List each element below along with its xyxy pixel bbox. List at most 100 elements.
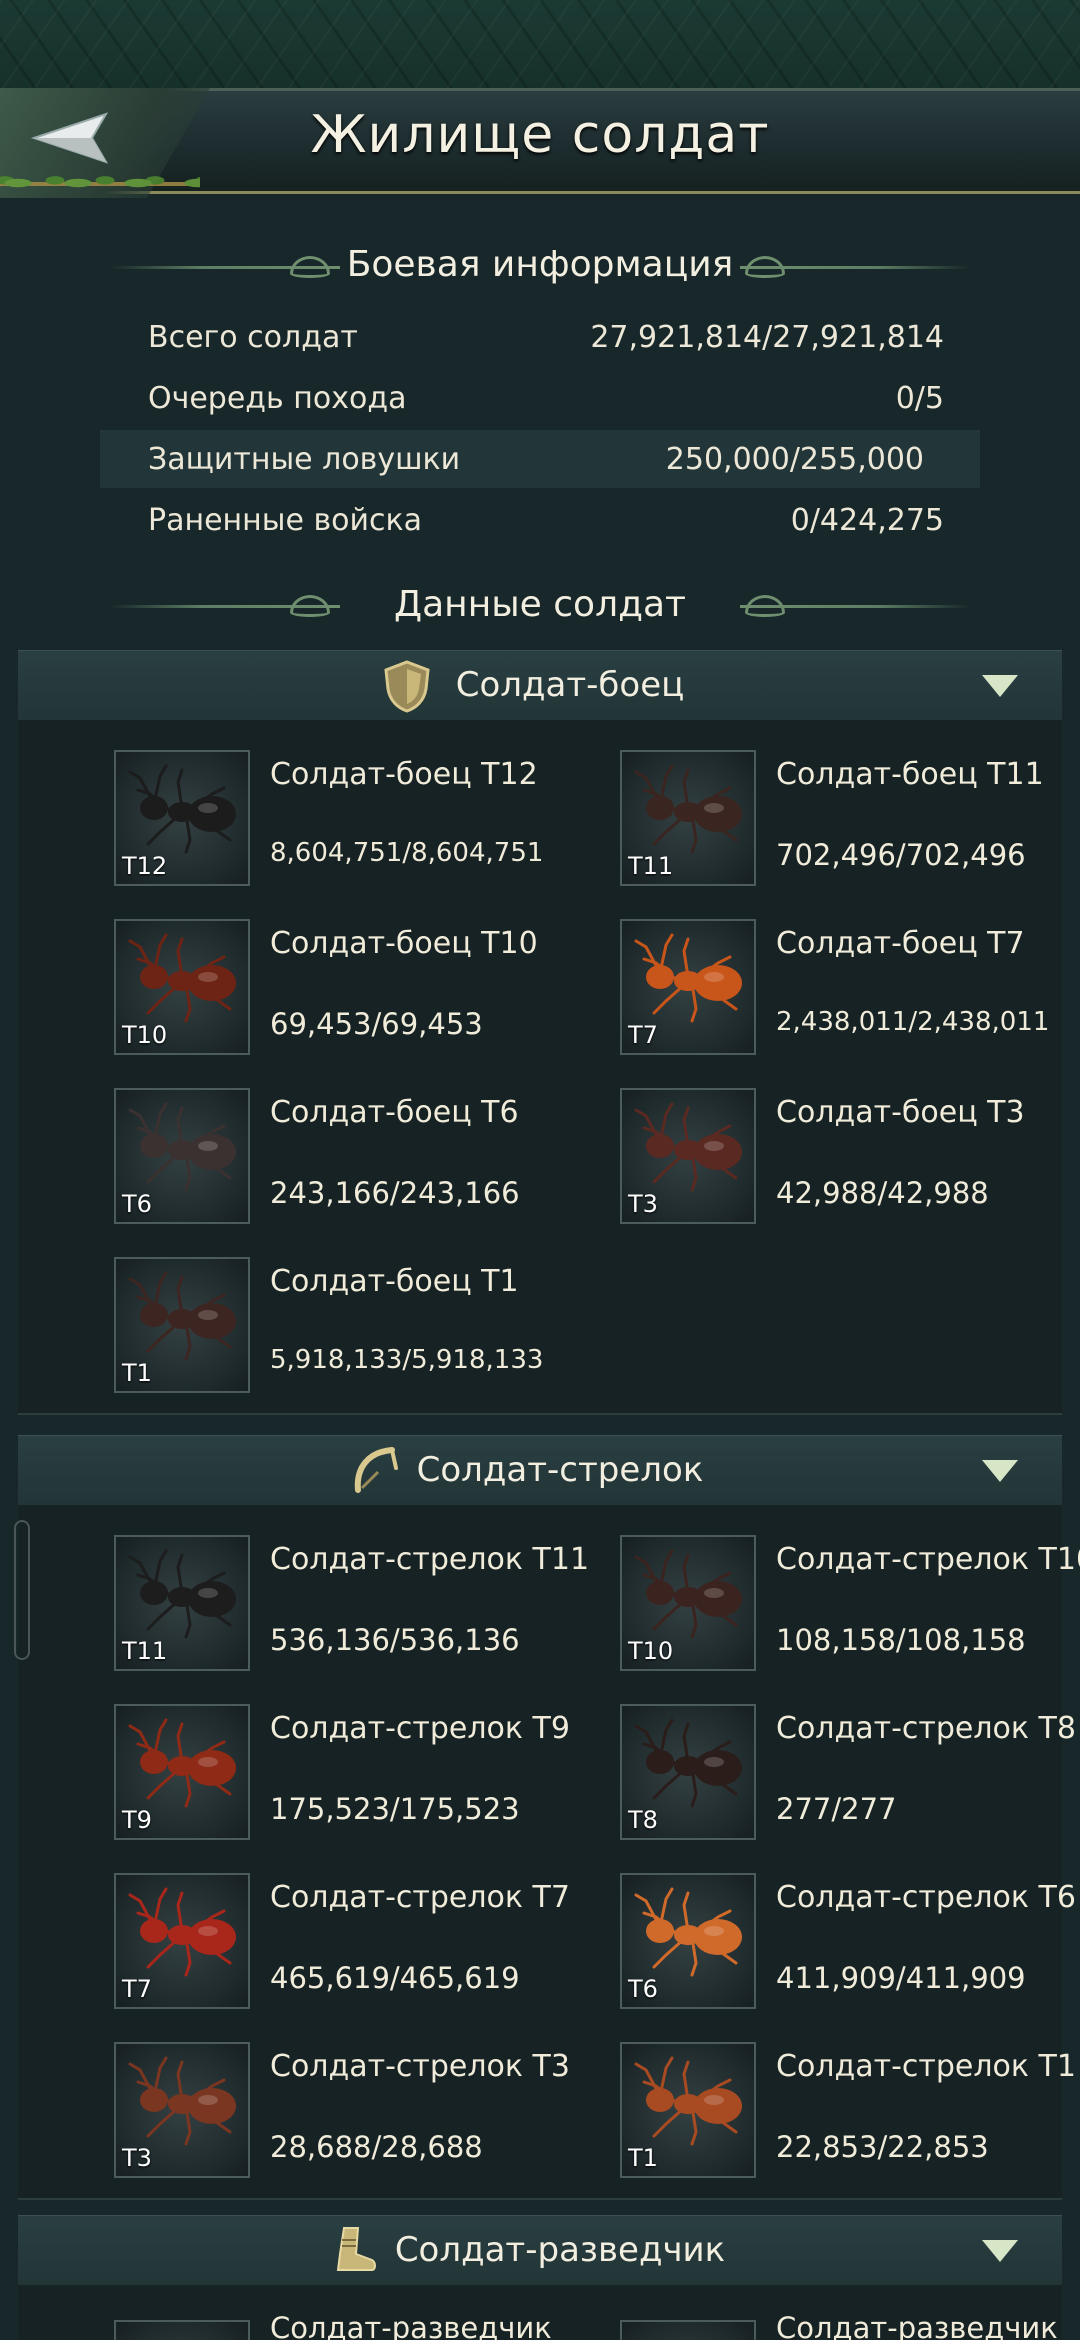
tier-badge: T11: [122, 1637, 168, 1665]
ant-icon: [634, 1102, 742, 1192]
unit-card[interactable]: T7 Солдат-стрелок T7 465,619/465,619: [114, 1873, 594, 2013]
info-label: Очередь похода: [148, 381, 407, 416]
unit-name: Солдат-стрелок T11: [270, 1542, 590, 1577]
unit-count: 5,918,133/5,918,133: [270, 1345, 544, 1375]
chevron-down-icon[interactable]: [982, 1460, 1018, 1482]
ant-icon: [634, 2056, 742, 2146]
unit-thumbnail[interactable]: T8: [620, 1704, 756, 1840]
unit-name: Солдат-боец T7: [776, 926, 1025, 961]
unit-thumbnail[interactable]: T10: [114, 919, 250, 1055]
ant-icon: [634, 1549, 742, 1639]
chevron-down-icon[interactable]: [982, 2240, 1018, 2262]
info-value: 0/5: [895, 381, 944, 416]
category-panel-fighter: T12 Солдат-боец T12 8,604,751/8,604,751 T1…: [18, 720, 1062, 1415]
unit-card[interactable]: T9 Солдат-стрелок T9 175,523/175,523: [114, 1704, 594, 1844]
unit-thumbnail[interactable]: [620, 2320, 756, 2340]
unit-card[interactable]: T1 Солдат-стрелок T1 22,853/22,853: [620, 2042, 1080, 2182]
tier-badge: T11: [628, 852, 674, 880]
ant-icon: [128, 1887, 236, 1977]
unit-thumbnail[interactable]: T6: [114, 1088, 250, 1224]
unit-count: 69,453/69,453: [270, 1007, 483, 1041]
unit-card[interactable]: T3 Солдат-стрелок T3 28,688/28,688: [114, 2042, 594, 2182]
unit-thumbnail[interactable]: T1: [620, 2042, 756, 2178]
info-label: Всего солдат: [148, 320, 358, 355]
unit-card[interactable]: T6 Солдат-боец T6 243,166/243,166: [114, 1088, 594, 1228]
unit-card[interactable]: T10 Солдат-боец T10 69,453/69,453: [114, 919, 594, 1059]
unit-count: 175,523/175,523: [270, 1792, 520, 1826]
chevron-down-icon[interactable]: [982, 675, 1018, 697]
category-header-archer[interactable]: Солдат-стрелок: [18, 1435, 1062, 1505]
info-row-march-queue: Очередь похода 0/5: [130, 369, 950, 427]
unit-count: 277/277: [776, 1792, 897, 1826]
unit-name: Солдат-стрелок T6: [776, 1880, 1076, 1915]
category-header-scout[interactable]: Солдат-разведчик: [18, 2215, 1062, 2285]
unit-thumbnail[interactable]: T6: [620, 1873, 756, 2009]
unit-thumbnail[interactable]: T3: [620, 1088, 756, 1224]
unit-thumbnail[interactable]: T11: [114, 1535, 250, 1671]
category-header-fighter[interactable]: Солдат-боец: [18, 650, 1062, 720]
unit-thumbnail[interactable]: T11: [620, 750, 756, 886]
unit-name: Солдат-боец T3: [776, 1095, 1025, 1130]
unit-thumbnail[interactable]: T3: [114, 2042, 250, 2178]
tier-badge: T10: [628, 1637, 674, 1665]
info-value: 27,921,814/27,921,814: [590, 320, 944, 355]
info-label: Защитные ловушки: [148, 442, 461, 477]
unit-name: Солдат-стрелок T10: [776, 1542, 1080, 1577]
tier-badge: T3: [628, 1190, 658, 1218]
scroll-indicator[interactable]: [14, 1520, 30, 1660]
info-label: Раненные войска: [148, 503, 422, 538]
unit-name: Солдат-стрелок T1: [776, 2049, 1076, 2084]
unit-name: Солдат-боец T12: [270, 757, 538, 792]
tier-badge: T9: [122, 1806, 152, 1834]
unit-name: Солдат-боец T11: [776, 757, 1044, 792]
tier-badge: T7: [122, 1975, 152, 2003]
unit-card[interactable]: T6 Солдат-стрелок T6 411,909/411,909: [620, 1873, 1080, 2013]
tier-badge: T7: [628, 1021, 658, 1049]
unit-name: Солдат-стрелок T7: [270, 1880, 570, 1915]
unit-thumbnail[interactable]: T7: [620, 919, 756, 1055]
category-label: Солдат-стрелок: [416, 1450, 704, 1490]
unit-name: Солдат-стрелок T9: [270, 1711, 570, 1746]
tier-badge: T8: [628, 1806, 658, 1834]
unit-count: 2,438,011/2,438,011: [776, 1007, 1050, 1037]
unit-thumbnail[interactable]: T12: [114, 750, 250, 886]
unit-count: 411,909/411,909: [776, 1961, 1026, 1995]
unit-thumbnail[interactable]: T7: [114, 1873, 250, 2009]
ant-icon: [634, 1887, 742, 1977]
ant-icon: [128, 1271, 236, 1361]
unit-name: Солдат-разведчик: [270, 2311, 552, 2340]
unit-card[interactable]: T1 Солдат-боец T1 5,918,133/5,918,133: [114, 1257, 594, 1397]
unit-card[interactable]: T10 Солдат-стрелок T10 108,158/108,158: [620, 1535, 1080, 1675]
unit-card[interactable]: T11 Солдат-боец T11 702,496/702,496: [620, 750, 1080, 890]
unit-count: 243,166/243,166: [270, 1176, 520, 1210]
unit-thumbnail[interactable]: [114, 2320, 250, 2340]
info-row-wounded-troops: Раненные войска 0/424,275: [130, 491, 950, 549]
ant-icon: [128, 1102, 236, 1192]
unit-name: Солдат-разведчик: [776, 2311, 1058, 2340]
unit-count: 465,619/465,619: [270, 1961, 520, 1995]
unit-name: Солдат-стрелок T3: [270, 2049, 570, 2084]
tier-badge: T6: [122, 1190, 152, 1218]
unit-thumbnail[interactable]: T9: [114, 1704, 250, 1840]
unit-name: Солдат-боец T1: [270, 1264, 519, 1299]
unit-card[interactable]: T7 Солдат-боец T7 2,438,011/2,438,011: [620, 919, 1080, 1059]
unit-thumbnail[interactable]: T10: [620, 1535, 756, 1671]
category-panel-archer: T11 Солдат-стрелок T11 536,136/536,136 T10…: [18, 1505, 1080, 2200]
tier-badge: T12: [122, 852, 168, 880]
combat-info-heading: Боевая информация: [346, 244, 734, 285]
unit-name: Солдат-стрелок T8: [776, 1711, 1076, 1746]
page-title: Жилище солдат: [310, 105, 770, 165]
unit-thumbnail[interactable]: T1: [114, 1257, 250, 1393]
unit-card[interactable]: T12 Солдат-боец T12 8,604,751/8,604,751: [114, 750, 594, 890]
ant-icon: [128, 1549, 236, 1639]
unit-count: 22,853/22,853: [776, 2130, 989, 2164]
info-row-defense-traps: Защитные ловушки 250,000/255,000: [100, 430, 980, 488]
unit-count: 536,136/536,136: [270, 1623, 520, 1657]
vine-decoration: [0, 170, 200, 196]
unit-card[interactable]: T3 Солдат-боец T3 42,988/42,988: [620, 1088, 1080, 1228]
unit-card[interactable]: T11 Солдат-стрелок T11 536,136/536,136: [114, 1535, 594, 1675]
tier-badge: T1: [122, 1359, 152, 1387]
unit-card[interactable]: T8 Солдат-стрелок T8 277/277: [620, 1704, 1080, 1844]
unit-count: 42,988/42,988: [776, 1176, 989, 1210]
tier-badge: T3: [122, 2144, 152, 2172]
